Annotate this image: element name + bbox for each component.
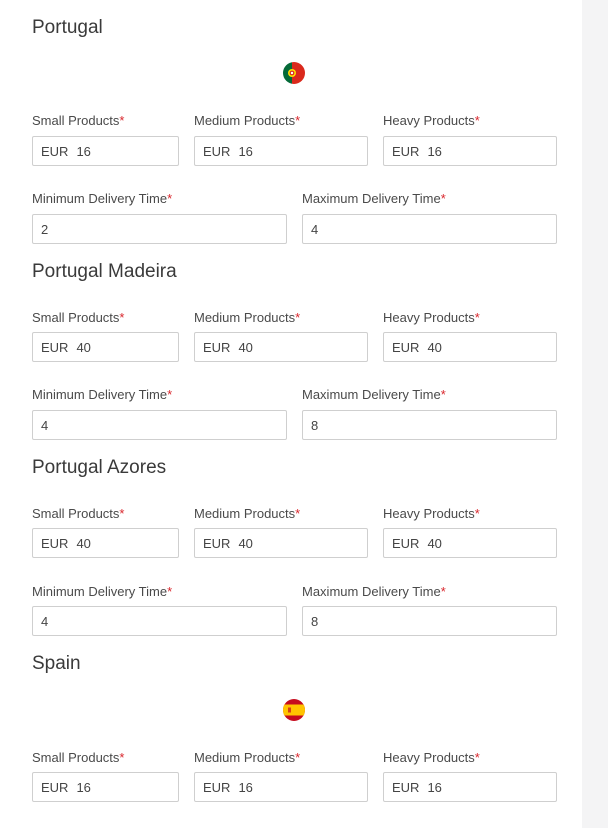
section-title-portugal: Portugal bbox=[32, 17, 103, 38]
portugal-max-delivery-input[interactable]: 4 bbox=[302, 214, 557, 244]
medium-products-label: Medium Products* bbox=[194, 113, 301, 128]
small-products-label: Small Products* bbox=[32, 310, 125, 325]
madeira-min-delivery-input[interactable]: 4 bbox=[32, 410, 287, 440]
azores-max-delivery-input[interactable]: 8 bbox=[302, 606, 557, 636]
spain-flag-icon bbox=[283, 699, 305, 721]
spain-medium-products-input[interactable]: EUR 16 bbox=[194, 772, 368, 802]
shipping-settings-panel: Portugal Small Products* Medium Products… bbox=[0, 0, 582, 828]
max-delivery-time-label: Maximum Delivery Time* bbox=[302, 191, 446, 206]
heavy-products-label: Heavy Products* bbox=[383, 750, 480, 765]
azores-heavy-products-input[interactable]: EUR 40 bbox=[383, 528, 557, 558]
portugal-flag-icon bbox=[283, 62, 305, 84]
max-delivery-time-label: Maximum Delivery Time* bbox=[302, 387, 446, 402]
heavy-products-label: Heavy Products* bbox=[383, 310, 480, 325]
medium-products-label: Medium Products* bbox=[194, 310, 301, 325]
small-products-label: Small Products* bbox=[32, 750, 125, 765]
max-delivery-time-label: Maximum Delivery Time* bbox=[302, 584, 446, 599]
medium-products-label: Medium Products* bbox=[194, 750, 301, 765]
spain-heavy-products-input[interactable]: EUR 16 bbox=[383, 772, 557, 802]
azores-min-delivery-input[interactable]: 4 bbox=[32, 606, 287, 636]
portugal-small-products-input[interactable]: EUR 16 bbox=[32, 136, 179, 166]
section-title-spain: Spain bbox=[32, 653, 81, 674]
madeira-medium-products-input[interactable]: EUR 40 bbox=[194, 332, 368, 362]
min-delivery-time-label: Minimum Delivery Time* bbox=[32, 191, 173, 206]
heavy-products-label: Heavy Products* bbox=[383, 506, 480, 521]
section-title-portugal-madeira: Portugal Madeira bbox=[32, 261, 177, 282]
portugal-heavy-products-input[interactable]: EUR 16 bbox=[383, 136, 557, 166]
portugal-medium-products-input[interactable]: EUR 16 bbox=[194, 136, 368, 166]
portugal-min-delivery-input[interactable]: 2 bbox=[32, 214, 287, 244]
madeira-max-delivery-input[interactable]: 8 bbox=[302, 410, 557, 440]
madeira-heavy-products-input[interactable]: EUR 40 bbox=[383, 332, 557, 362]
spain-small-products-input[interactable]: EUR 16 bbox=[32, 772, 179, 802]
min-delivery-time-label: Minimum Delivery Time* bbox=[32, 584, 173, 599]
medium-products-label: Medium Products* bbox=[194, 506, 301, 521]
azores-small-products-input[interactable]: EUR 40 bbox=[32, 528, 179, 558]
azores-medium-products-input[interactable]: EUR 40 bbox=[194, 528, 368, 558]
section-title-portugal-azores: Portugal Azores bbox=[32, 457, 167, 478]
min-delivery-time-label: Minimum Delivery Time* bbox=[32, 387, 173, 402]
heavy-products-label: Heavy Products* bbox=[383, 113, 480, 128]
madeira-small-products-input[interactable]: EUR 40 bbox=[32, 332, 179, 362]
small-products-label: Small Products* bbox=[32, 113, 125, 128]
small-products-label: Small Products* bbox=[32, 506, 125, 521]
